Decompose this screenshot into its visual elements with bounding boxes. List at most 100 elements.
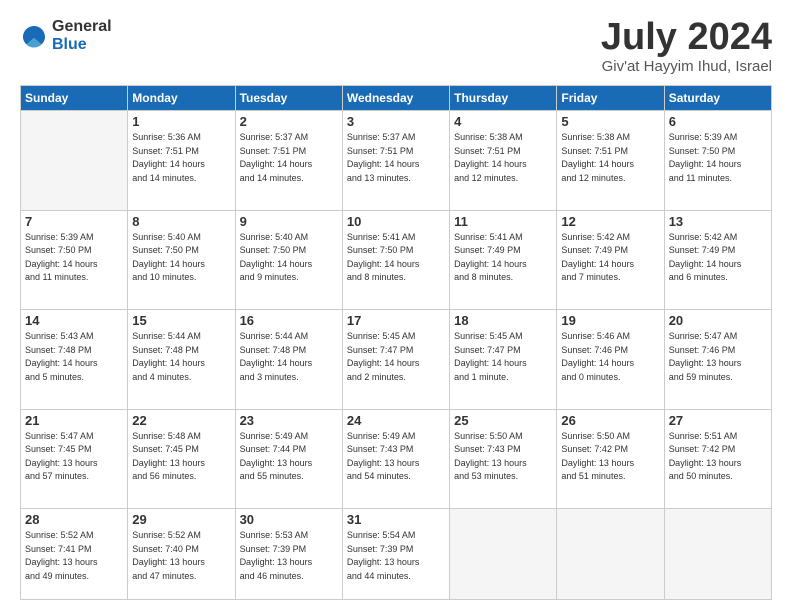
calendar-cell: 24Sunrise: 5:49 AM Sunset: 7:43 PM Dayli…: [342, 409, 449, 509]
day-number: 19: [561, 313, 659, 328]
day-number: 30: [240, 512, 338, 527]
calendar-cell: 23 Sunrise: 5:49 AM Sunset: 7:44 PM Dayli…: [235, 409, 342, 509]
day-number: 22: [132, 413, 230, 428]
day-info: Sunrise: 5:54 AM Sunset: 7:39 PM Dayligh…: [347, 529, 445, 583]
day-number: 15: [132, 313, 230, 328]
calendar-header-thursday: Thursday: [450, 86, 557, 111]
calendar-cell: 15 Sunrise: 5:44 AM Sunset: 7:48 PM Dayli…: [128, 310, 235, 410]
day-info: Sunrise: 5:50 AM Sunset: 7:42 PM Dayligh…: [561, 430, 659, 484]
calendar-table: SundayMondayTuesdayWednesdayThursdayFrid…: [20, 85, 772, 600]
month-title: July 2024: [601, 18, 772, 56]
calendar-cell: [664, 509, 771, 600]
day-number: 13: [669, 214, 767, 229]
day-info: Sunrise: 5:49 AM Sunset: 7:43 PM Dayligh…: [347, 430, 445, 484]
day-info: Sunrise: 5:44 AM Sunset: 7:48 PM Dayligh…: [132, 330, 230, 384]
day-info: Sunrise: 5:45 AM Sunset: 7:47 PM Dayligh…: [454, 330, 552, 384]
header: General Blue July 2024 Giv'at Hayyim Ihu…: [20, 18, 772, 75]
day-number: 23: [240, 413, 338, 428]
title-block: July 2024 Giv'at Hayyim Ihud, Israel: [601, 18, 772, 75]
calendar-cell: 28Sunrise: 5:52 AM Sunset: 7:41 PM Dayli…: [21, 509, 128, 600]
day-number: 6: [669, 114, 767, 129]
calendar-cell: 8 Sunrise: 5:40 AM Sunset: 7:50 PM Daylig…: [128, 210, 235, 310]
calendar-header-monday: Monday: [128, 86, 235, 111]
calendar-cell: 14 Sunrise: 5:43 AM Sunset: 7:48 PM Dayli…: [21, 310, 128, 410]
day-info: Sunrise: 5:38 AM Sunset: 7:51 PM Dayligh…: [454, 131, 552, 185]
calendar-cell: 27 Sunrise: 5:51 AM Sunset: 7:42 PM Dayli…: [664, 409, 771, 509]
day-number: 26: [561, 413, 659, 428]
day-number: 16: [240, 313, 338, 328]
calendar-cell: 7 Sunrise: 5:39 AM Sunset: 7:50 PM Daylig…: [21, 210, 128, 310]
day-number: 14: [25, 313, 123, 328]
day-number: 27: [669, 413, 767, 428]
day-number: 4: [454, 114, 552, 129]
day-number: 18: [454, 313, 552, 328]
calendar-cell: [21, 111, 128, 211]
day-info: Sunrise: 5:38 AM Sunset: 7:51 PM Dayligh…: [561, 131, 659, 185]
calendar-cell: 16Sunrise: 5:44 AM Sunset: 7:48 PM Dayli…: [235, 310, 342, 410]
page: General Blue July 2024 Giv'at Hayyim Ihu…: [0, 0, 792, 612]
calendar-header-sunday: Sunday: [21, 86, 128, 111]
calendar-week-row: 14 Sunrise: 5:43 AM Sunset: 7:48 PM Dayli…: [21, 310, 772, 410]
calendar-cell: 25Sunrise: 5:50 AM Sunset: 7:43 PM Dayli…: [450, 409, 557, 509]
calendar-cell: 1 Sunrise: 5:36 AM Sunset: 7:51 PM Daylig…: [128, 111, 235, 211]
day-info: Sunrise: 5:52 AM Sunset: 7:40 PM Dayligh…: [132, 529, 230, 583]
calendar-cell: 17Sunrise: 5:45 AM Sunset: 7:47 PM Dayli…: [342, 310, 449, 410]
calendar-week-row: 28Sunrise: 5:52 AM Sunset: 7:41 PM Dayli…: [21, 509, 772, 600]
day-number: 3: [347, 114, 445, 129]
logo-blue-text: Blue: [52, 36, 112, 54]
calendar-header-saturday: Saturday: [664, 86, 771, 111]
day-number: 20: [669, 313, 767, 328]
day-number: 1: [132, 114, 230, 129]
day-number: 25: [454, 413, 552, 428]
day-number: 5: [561, 114, 659, 129]
day-number: 29: [132, 512, 230, 527]
day-info: Sunrise: 5:41 AM Sunset: 7:49 PM Dayligh…: [454, 231, 552, 285]
day-number: 7: [25, 214, 123, 229]
day-info: Sunrise: 5:49 AM Sunset: 7:44 PM Dayligh…: [240, 430, 338, 484]
day-number: 11: [454, 214, 552, 229]
day-info: Sunrise: 5:46 AM Sunset: 7:46 PM Dayligh…: [561, 330, 659, 384]
day-number: 12: [561, 214, 659, 229]
day-info: Sunrise: 5:37 AM Sunset: 7:51 PM Dayligh…: [347, 131, 445, 185]
calendar-cell: 26 Sunrise: 5:50 AM Sunset: 7:42 PM Dayli…: [557, 409, 664, 509]
day-info: Sunrise: 5:40 AM Sunset: 7:50 PM Dayligh…: [240, 231, 338, 285]
calendar-cell: 3 Sunrise: 5:37 AM Sunset: 7:51 PM Daylig…: [342, 111, 449, 211]
day-info: Sunrise: 5:47 AM Sunset: 7:46 PM Dayligh…: [669, 330, 767, 384]
day-info: Sunrise: 5:39 AM Sunset: 7:50 PM Dayligh…: [25, 231, 123, 285]
logo-icon: [20, 22, 48, 50]
logo: General Blue: [20, 18, 112, 53]
day-number: 8: [132, 214, 230, 229]
day-info: Sunrise: 5:47 AM Sunset: 7:45 PM Dayligh…: [25, 430, 123, 484]
calendar-cell: 10 Sunrise: 5:41 AM Sunset: 7:50 PM Dayli…: [342, 210, 449, 310]
location-text: Giv'at Hayyim Ihud, Israel: [601, 58, 772, 75]
day-number: 10: [347, 214, 445, 229]
calendar-cell: [557, 509, 664, 600]
calendar-cell: 29 Sunrise: 5:52 AM Sunset: 7:40 PM Dayli…: [128, 509, 235, 600]
day-info: Sunrise: 5:48 AM Sunset: 7:45 PM Dayligh…: [132, 430, 230, 484]
day-info: Sunrise: 5:41 AM Sunset: 7:50 PM Dayligh…: [347, 231, 445, 285]
calendar-cell: 9 Sunrise: 5:40 AM Sunset: 7:50 PM Daylig…: [235, 210, 342, 310]
day-info: Sunrise: 5:36 AM Sunset: 7:51 PM Dayligh…: [132, 131, 230, 185]
day-number: 9: [240, 214, 338, 229]
day-info: Sunrise: 5:40 AM Sunset: 7:50 PM Dayligh…: [132, 231, 230, 285]
day-number: 21: [25, 413, 123, 428]
calendar-header-friday: Friday: [557, 86, 664, 111]
logo-general-text: General: [52, 18, 112, 36]
day-number: 31: [347, 512, 445, 527]
calendar-cell: 5 Sunrise: 5:38 AM Sunset: 7:51 PM Daylig…: [557, 111, 664, 211]
calendar-week-row: 7 Sunrise: 5:39 AM Sunset: 7:50 PM Daylig…: [21, 210, 772, 310]
day-info: Sunrise: 5:42 AM Sunset: 7:49 PM Dayligh…: [561, 231, 659, 285]
calendar-cell: 31 Sunrise: 5:54 AM Sunset: 7:39 PM Dayli…: [342, 509, 449, 600]
calendar-header-row: SundayMondayTuesdayWednesdayThursdayFrid…: [21, 86, 772, 111]
calendar-cell: 30Sunrise: 5:53 AM Sunset: 7:39 PM Dayli…: [235, 509, 342, 600]
day-info: Sunrise: 5:51 AM Sunset: 7:42 PM Dayligh…: [669, 430, 767, 484]
calendar-cell: 19 Sunrise: 5:46 AM Sunset: 7:46 PM Dayli…: [557, 310, 664, 410]
calendar-cell: 13Sunrise: 5:42 AM Sunset: 7:49 PM Dayli…: [664, 210, 771, 310]
day-number: 2: [240, 114, 338, 129]
calendar-cell: 4 Sunrise: 5:38 AM Sunset: 7:51 PM Daylig…: [450, 111, 557, 211]
calendar-cell: 20 Sunrise: 5:47 AM Sunset: 7:46 PM Dayli…: [664, 310, 771, 410]
logo-text: General Blue: [52, 18, 112, 53]
day-info: Sunrise: 5:43 AM Sunset: 7:48 PM Dayligh…: [25, 330, 123, 384]
calendar-cell: 21 Sunrise: 5:47 AM Sunset: 7:45 PM Dayli…: [21, 409, 128, 509]
calendar-week-row: 21 Sunrise: 5:47 AM Sunset: 7:45 PM Dayli…: [21, 409, 772, 509]
